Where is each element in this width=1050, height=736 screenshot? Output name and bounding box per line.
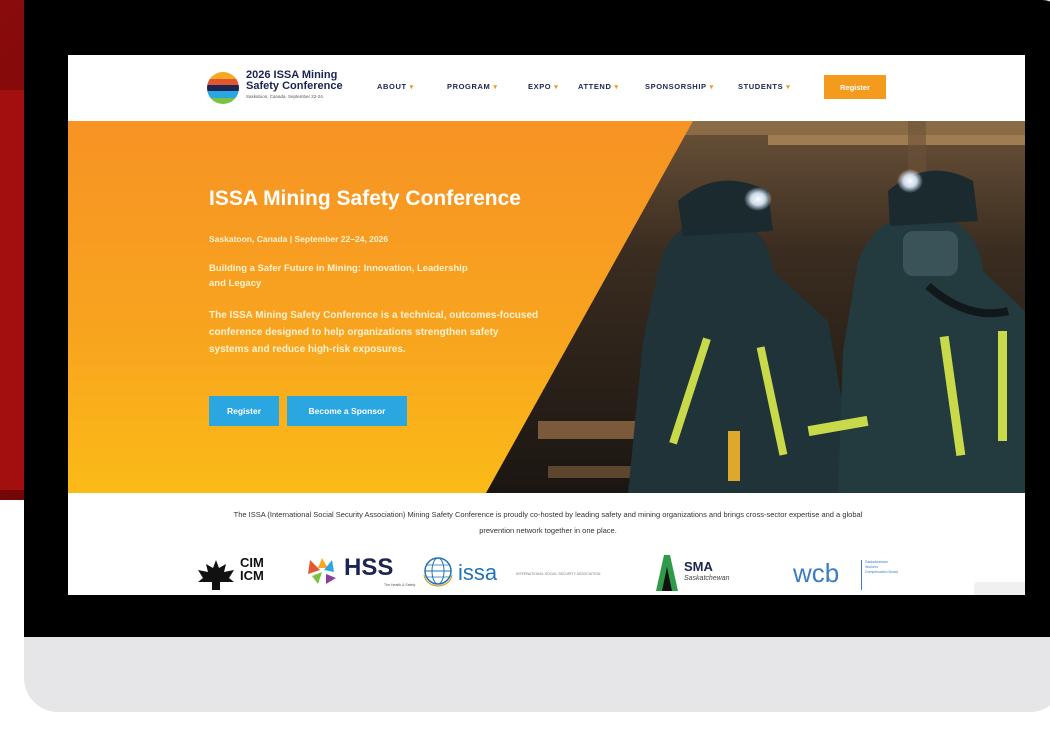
nav-sponsorship[interactable]: SPONSORSHIP ▾ <box>645 82 714 91</box>
sma-subtitle: Saskatchewan <box>684 575 730 582</box>
conference-logo[interactable]: 2026 ISSA Mining Safety Conference Saska… <box>206 69 348 107</box>
hero-dates: Saskatoon, Canada | September 22–24, 202… <box>209 234 389 244</box>
sma-logo[interactable]: SMA Saskatchewan <box>656 555 746 591</box>
header-register-button[interactable]: Register <box>824 75 886 99</box>
chevron-down-icon: ▾ <box>786 84 791 91</box>
hero-register-button[interactable]: Register <box>209 396 279 426</box>
issa-logo[interactable]: issa INTERNATIONAL SOCIAL SECURITY ASSOC… <box>422 555 632 591</box>
nav-about-label: ABOUT <box>377 82 407 91</box>
hero-tagline: Building a Safer Future in Mining: Innov… <box>209 263 468 289</box>
logo-title: 2026 ISSA Mining Safety Conference <box>246 69 343 92</box>
promo-graphic: 2026 ISSA Mining Safety Conference Saska… <box>0 0 1050 736</box>
chevron-down-icon: ▾ <box>709 84 714 91</box>
nav-expo-label: EXPO <box>528 82 552 91</box>
chevron-down-icon: ▾ <box>614 84 619 91</box>
site-header: 2026 ISSA Mining Safety Conference Saska… <box>68 55 1025 121</box>
laptop-frame: 2026 ISSA Mining Safety Conference Saska… <box>24 0 1050 712</box>
hss-logo[interactable]: HSS The Health & Safety <box>304 554 416 590</box>
nav-sponsorship-label: SPONSORSHIP <box>645 82 707 91</box>
browser-viewport: 2026 ISSA Mining Safety Conference Saska… <box>68 55 1025 595</box>
logo-subtitle: Saskatoon, Canada. September 22-24. <box>246 94 325 99</box>
wcb-logo[interactable]: wcb Saskatchewan Workers' Compensation B… <box>793 558 913 594</box>
hero-title: ISSA Mining Safety Conference <box>209 187 521 210</box>
become-sponsor-button[interactable]: Become a Sponsor <box>287 396 407 426</box>
nav-attend[interactable]: ATTEND ▾ <box>578 82 619 91</box>
wcb-text: wcb <box>793 558 840 588</box>
nav-about[interactable]: ABOUT ▾ <box>377 82 414 91</box>
sma-mark-icon <box>656 555 678 591</box>
chevron-down-icon: ▾ <box>409 84 414 91</box>
chevron-down-icon: ▾ <box>493 84 498 91</box>
recaptcha-badge[interactable] <box>974 582 1025 595</box>
hss-leaf-icon <box>308 558 336 584</box>
hss-subtitle: The Health & Safety <box>384 583 416 587</box>
maple-leaf-icon <box>198 560 234 590</box>
cim-logo[interactable]: CIM ICM <box>196 555 276 591</box>
nav-expo[interactable]: EXPO ▾ <box>528 82 558 91</box>
issa-subtitle: INTERNATIONAL SOCIAL SECURITY ASSOCIATIO… <box>516 572 601 576</box>
nav-students-label: STUDENTS <box>738 82 784 91</box>
globe-icon <box>423 557 453 587</box>
nav-program[interactable]: PROGRAM ▾ <box>447 82 498 91</box>
globe-logo-icon <box>207 72 239 104</box>
partner-logos: CIM ICM HSS The Health & Safety issa INT… <box>68 548 1025 595</box>
cohost-intro-text: The ISSA (International Social Security … <box>233 510 863 535</box>
hss-text: HSS <box>344 554 394 581</box>
wcb-subtitle: Saskatchewan Workers' Compensation Board <box>861 560 901 590</box>
hero-banner: ISSA Mining Safety Conference Saskatoon,… <box>68 121 1025 493</box>
nav-attend-label: ATTEND <box>578 82 612 91</box>
nav-program-label: PROGRAM <box>447 82 491 91</box>
sma-text: SMA <box>684 559 713 574</box>
cim-text: CIM ICM <box>240 555 264 583</box>
chevron-down-icon: ▾ <box>554 84 559 91</box>
hero-description: The ISSA Mining Safety Conference is a t… <box>209 310 539 355</box>
issa-text: issa <box>458 560 498 585</box>
nav-students[interactable]: STUDENTS ▾ <box>738 82 790 91</box>
